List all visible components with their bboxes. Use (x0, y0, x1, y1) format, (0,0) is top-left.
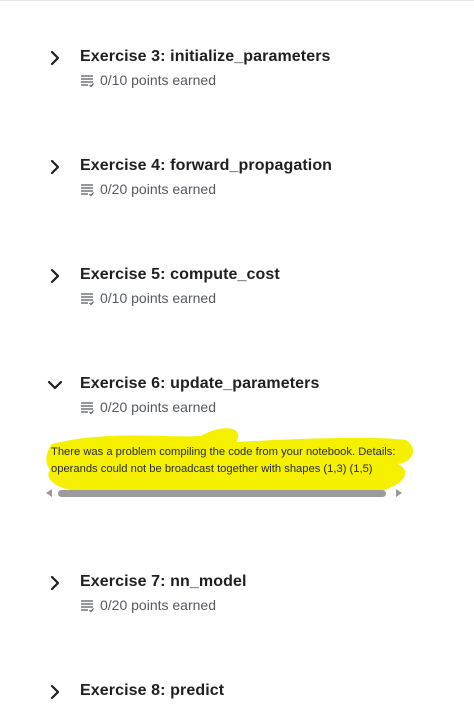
points-earned: 0/10 points earned (100, 72, 216, 88)
exercise-title[interactable]: Exercise 4: forward_propagation (80, 157, 332, 175)
scroll-right-arrow[interactable] (396, 489, 402, 497)
points-earned: 0/20 points earned (100, 597, 216, 613)
exercise-6-header[interactable]: Exercise 6: update_parameters (0, 373, 474, 399)
exercise-title[interactable]: Exercise 6: update_parameters (80, 375, 319, 393)
grading-list-icon (81, 184, 94, 197)
grading-list-icon (81, 402, 94, 415)
points-earned: 0/20 points earned (100, 181, 216, 197)
exercise-title[interactable]: Exercise 7: nn_model (80, 573, 247, 591)
chevron-down-icon[interactable] (46, 376, 64, 394)
scroll-left-arrow[interactable] (46, 489, 52, 497)
points-row: 0/10 points earned (80, 72, 380, 90)
exercise-4-header[interactable]: Exercise 4: forward_propagation (0, 155, 474, 181)
points-row: 0/20 points earned (80, 399, 380, 417)
exercise-title[interactable]: Exercise 3: initialize_parameters (80, 48, 331, 66)
chevron-right-icon[interactable] (46, 267, 64, 285)
exercise-8-header[interactable]: Exercise 8: predict (0, 680, 474, 706)
points-row: 0/20 points earned (80, 597, 380, 615)
top-divider (0, 0, 474, 5)
chevron-right-icon[interactable] (46, 158, 64, 176)
chevron-right-icon[interactable] (46, 574, 64, 592)
points-row: 0/10 points earned (80, 290, 380, 308)
points-row: 0/20 points earned (80, 181, 380, 199)
grading-list-icon (81, 600, 94, 613)
horizontal-scrollbar[interactable] (46, 486, 406, 502)
scrollbar-thumb[interactable] (58, 490, 386, 497)
error-text: There was a problem compiling the code f… (51, 446, 396, 475)
exercise-7-header[interactable]: Exercise 7: nn_model (0, 571, 474, 597)
points-earned: 0/10 points earned (100, 290, 216, 306)
chevron-right-icon[interactable] (46, 683, 64, 701)
grading-list-icon (81, 293, 94, 306)
points-earned: 0/20 points earned (100, 399, 216, 415)
exercise-5-header[interactable]: Exercise 5: compute_cost (0, 264, 474, 290)
exercise-title[interactable]: Exercise 8: predict (80, 682, 224, 700)
grading-list-icon (81, 75, 94, 88)
exercise-3-header[interactable]: Exercise 3: initialize_parameters (0, 46, 474, 72)
grader-error-message: There was a problem compiling the code f… (46, 422, 416, 496)
chevron-right-icon[interactable] (46, 49, 64, 67)
exercise-title[interactable]: Exercise 5: compute_cost (80, 266, 280, 284)
